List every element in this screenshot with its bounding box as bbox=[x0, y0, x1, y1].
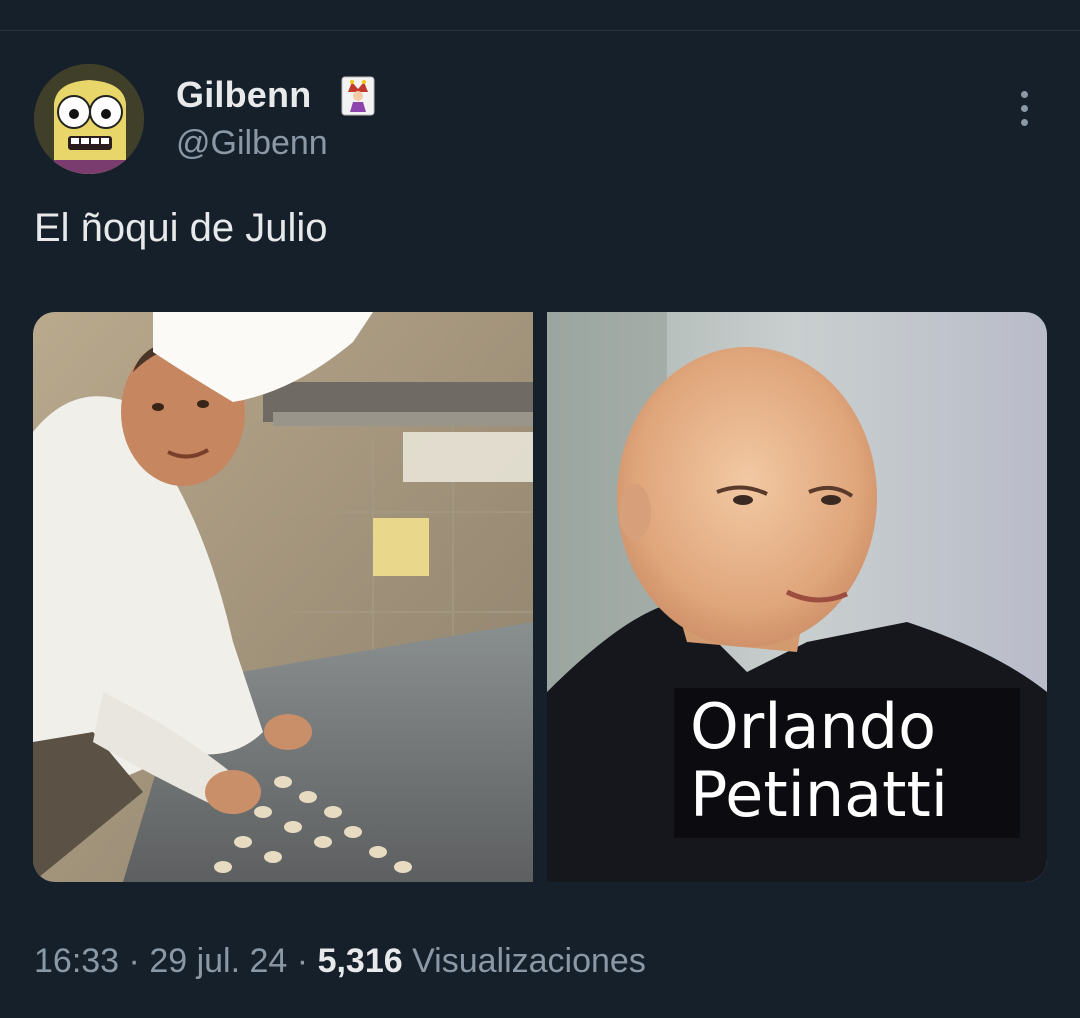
views-count: 5,316 bbox=[317, 942, 403, 980]
dot bbox=[1020, 104, 1028, 112]
joker-card-icon bbox=[340, 76, 376, 116]
tweet-text: El ñoqui de Julio bbox=[34, 206, 328, 250]
more-options-icon[interactable] bbox=[1004, 86, 1044, 130]
meta-separator: · bbox=[296, 942, 309, 980]
dot bbox=[1020, 90, 1028, 98]
bald-man-portrait-photo[interactable]: Orlando Petinatti bbox=[547, 312, 1047, 882]
caption-first-name: Orlando bbox=[690, 690, 937, 763]
chef-making-gnocchi-photo[interactable] bbox=[33, 312, 533, 882]
user-handle[interactable]: @Gilbenn bbox=[176, 124, 328, 163]
tweet-meta: 16:33 · 29 jul. 24 · 5,316 Visualizacion… bbox=[34, 942, 646, 981]
top-divider bbox=[0, 30, 1080, 31]
tweet-time[interactable]: 16:33 bbox=[34, 942, 119, 980]
media-grid: Orlando Petinatti bbox=[33, 312, 1047, 882]
tweet-date[interactable]: 29 jul. 24 bbox=[149, 942, 287, 980]
views-label: Visualizaciones bbox=[412, 942, 646, 980]
caption-last-name: Petinatti bbox=[690, 758, 948, 831]
cartoon-avatar-icon bbox=[34, 64, 144, 174]
avatar[interactable] bbox=[34, 64, 144, 174]
photo-caption: Orlando Petinatti bbox=[674, 688, 1020, 838]
meta-separator: · bbox=[128, 942, 140, 980]
dot bbox=[1020, 118, 1028, 126]
display-name[interactable]: Gilbenn bbox=[176, 74, 311, 116]
